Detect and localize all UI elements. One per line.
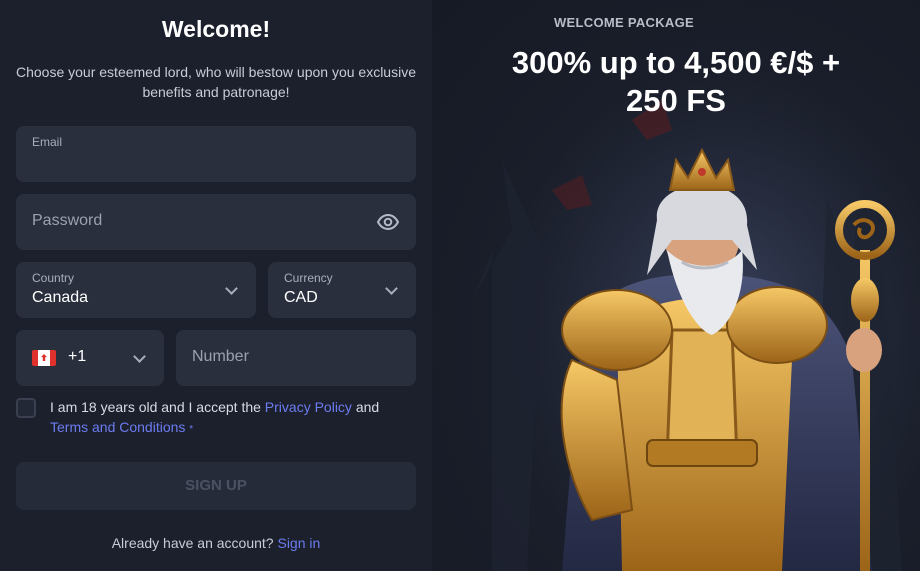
sign-up-button[interactable]: SIGN UP bbox=[16, 462, 416, 510]
country-select[interactable]: Country Canada bbox=[16, 262, 256, 318]
email-label: Email bbox=[32, 135, 63, 149]
promo-label: WELCOME PACKAGE bbox=[553, 15, 695, 30]
phone-country-code-select[interactable]: +1 bbox=[16, 330, 164, 386]
password-field[interactable]: Password bbox=[16, 194, 416, 250]
chevron-down-icon bbox=[385, 282, 398, 295]
registration-panel: Welcome! Choose your esteemed lord, who … bbox=[0, 0, 432, 571]
subtitle: Choose your esteemed lord, who will best… bbox=[16, 64, 416, 100]
required-mark: * bbox=[189, 424, 194, 435]
privacy-policy-link[interactable]: Privacy Policy bbox=[265, 399, 352, 415]
chevron-down-icon bbox=[133, 350, 146, 363]
promo-offer-line1: 300% up to 4,500 €/$ + bbox=[511, 45, 841, 80]
terms-text: I am 18 years old and I accept the Priva… bbox=[50, 399, 380, 435]
page-title: Welcome! bbox=[161, 16, 271, 42]
phone-placeholder: Number bbox=[192, 348, 249, 365]
currency-value: CAD bbox=[284, 289, 318, 306]
canada-flag-icon bbox=[32, 350, 56, 366]
promo-offer: 300% up to 4,500 €/$ + 250 FS bbox=[432, 44, 920, 120]
signin-prompt: Already have an account? Sign in bbox=[111, 535, 321, 551]
chevron-down-icon bbox=[225, 282, 238, 295]
currency-label: Currency bbox=[284, 271, 333, 285]
email-field[interactable]: Email bbox=[16, 126, 416, 182]
password-placeholder: Password bbox=[32, 212, 103, 229]
currency-select[interactable]: Currency CAD bbox=[268, 262, 416, 318]
terms-checkbox[interactable] bbox=[16, 398, 36, 418]
phone-number-input[interactable]: Number bbox=[176, 330, 416, 386]
country-code: +1 bbox=[68, 348, 87, 365]
promo-offer-line2: 250 FS bbox=[626, 83, 726, 118]
sign-in-link[interactable]: Sign in bbox=[277, 535, 320, 551]
eye-icon[interactable] bbox=[376, 210, 400, 234]
terms-link[interactable]: Terms and Conditions bbox=[50, 419, 185, 435]
promo-panel: WELCOME PACKAGE 300% up to 4,500 €/$ + 2… bbox=[432, 0, 920, 571]
country-value: Canada bbox=[32, 289, 89, 306]
country-label: Country bbox=[32, 271, 75, 285]
